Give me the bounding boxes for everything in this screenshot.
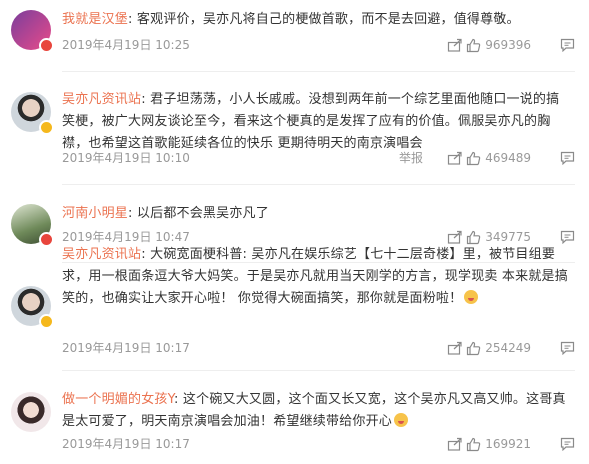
comment-meta: 2019年4月19日 10:10 举报 469489 xyxy=(62,149,575,167)
tongue-emoji-icon xyxy=(464,290,479,304)
grin-emoji-icon xyxy=(394,413,409,427)
comment-time: 2019年4月19日 10:10 xyxy=(62,151,190,165)
divider xyxy=(62,71,575,72)
like-count: 469489 xyxy=(485,151,531,165)
comment-item: 我就是汉堡: 客观评价，吴亦凡将自己的梗做首歌，而不是去回避，值得尊敬。 201… xyxy=(0,0,589,72)
comment-username[interactable]: 我就是汉堡 xyxy=(62,12,128,27)
share-icon[interactable] xyxy=(447,437,463,451)
comment-meta: 2019年4月19日 10:17 254249 xyxy=(62,339,575,357)
like-icon xyxy=(467,341,481,355)
vip-badge-icon xyxy=(39,314,54,329)
like-icon xyxy=(467,437,481,451)
like-count: 254249 xyxy=(485,341,531,355)
divider xyxy=(62,370,575,371)
like-icon xyxy=(467,230,481,244)
comment-username[interactable]: 做一个明媚的女孩Y xyxy=(62,392,174,407)
reply-icon[interactable] xyxy=(560,38,575,52)
comment-time: 2019年4月19日 10:17 xyxy=(62,341,190,355)
share-icon[interactable] xyxy=(447,38,463,52)
avatar[interactable] xyxy=(11,286,54,329)
like-button[interactable]: 969396 xyxy=(466,36,531,54)
avatar[interactable] xyxy=(11,392,51,432)
comment-username[interactable]: 吴亦凡资讯站 xyxy=(62,92,141,107)
like-count: 169921 xyxy=(485,437,531,451)
reply-icon[interactable] xyxy=(560,230,575,244)
comment-item: 做一个明媚的女孩Y: 这个碗又大又圆，这个面又长又宽，这个吴亦凡又高又帅。这哥真… xyxy=(0,382,589,464)
comment-username[interactable]: 吴亦凡资讯站 xyxy=(62,247,141,262)
comment-list: 我就是汉堡: 客观评价，吴亦凡将自己的梗做首歌，而不是去回避，值得尊敬。 201… xyxy=(0,0,589,464)
like-icon xyxy=(467,151,481,165)
comment-item: 吴亦凡资讯站: 大碗宽面梗科普: 吴亦凡在娱乐综艺【七十二层奇楼】里，被节目组要… xyxy=(0,244,589,371)
share-icon[interactable] xyxy=(447,341,463,355)
avatar[interactable] xyxy=(11,10,54,53)
like-icon xyxy=(467,38,481,52)
reply-icon[interactable] xyxy=(560,151,575,165)
comment-time: 2019年4月19日 10:17 xyxy=(62,437,190,451)
share-icon[interactable] xyxy=(447,151,463,165)
comment-content: : 以后都不会黑吴亦凡了 xyxy=(128,206,269,221)
reply-icon[interactable] xyxy=(560,437,575,451)
reply-icon[interactable] xyxy=(560,341,575,355)
like-count: 969396 xyxy=(485,38,531,52)
vip-badge-icon xyxy=(39,38,54,53)
comment-meta: 2019年4月19日 10:25 969396 xyxy=(62,36,575,54)
vip-badge-icon xyxy=(39,120,54,135)
like-button[interactable]: 254249 xyxy=(466,339,531,357)
like-button[interactable]: 169921 xyxy=(466,435,531,453)
report-link[interactable]: 举报 xyxy=(399,149,423,167)
comment-username[interactable]: 河南小明星 xyxy=(62,206,128,221)
comment-time: 2019年4月19日 10:25 xyxy=(62,38,190,52)
comment-meta: 2019年4月19日 10:17 169921 xyxy=(62,435,575,453)
divider xyxy=(62,184,575,185)
share-icon[interactable] xyxy=(447,230,463,244)
avatar[interactable] xyxy=(11,204,54,247)
comment-content: : 客观评价，吴亦凡将自己的梗做首歌，而不是去回避，值得尊敬。 xyxy=(128,12,520,27)
avatar[interactable] xyxy=(11,92,54,135)
like-button[interactable]: 469489 xyxy=(466,149,531,167)
comment-item: 吴亦凡资讯站: 君子坦荡荡，小人长戚戚。没想到两年前一个综艺里面他随口一说的搞笑… xyxy=(0,80,589,185)
